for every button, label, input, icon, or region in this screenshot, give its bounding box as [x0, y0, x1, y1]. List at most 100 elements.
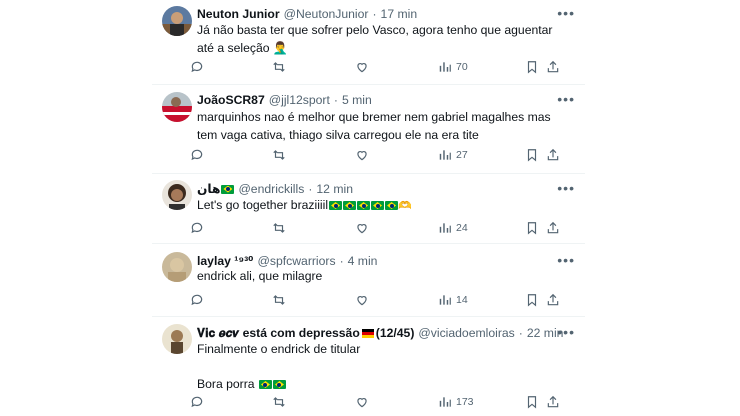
tweet[interactable]: JoãoSCR87 @jjl12sport · 5 min ••• marqui…	[152, 88, 585, 173]
views-icon	[439, 397, 451, 407]
brazil-flag-icon	[357, 201, 371, 210]
bookmark-button[interactable]	[525, 58, 539, 76]
share-button[interactable]	[546, 393, 560, 411]
retweet-icon	[273, 150, 285, 160]
brazil-flag-icon	[371, 201, 385, 210]
views-icon	[439, 150, 451, 160]
like-button[interactable]	[355, 291, 369, 309]
bookmark-icon	[527, 149, 537, 162]
reply-button[interactable]	[190, 219, 204, 237]
avatar[interactable]	[162, 180, 192, 210]
share-icon	[547, 60, 559, 73]
tweet-text-line: Bora porra	[197, 375, 572, 393]
bookmark-icon	[527, 61, 537, 74]
avatar[interactable]	[162, 324, 192, 354]
bookmark-icon	[527, 294, 537, 307]
brazil-flag-icon	[221, 184, 235, 194]
tweet-text: Let's go together braziiiil 🫶	[197, 196, 572, 215]
germany-flag-icon	[361, 328, 374, 338]
tweet-text-content: Bora porra	[197, 377, 255, 391]
like-button[interactable]	[355, 219, 369, 237]
share-button[interactable]	[546, 291, 560, 309]
action-bar: 173	[190, 393, 582, 411]
more-icon[interactable]: •••	[557, 253, 575, 267]
reply-button[interactable]	[190, 58, 204, 76]
share-button[interactable]	[546, 219, 560, 237]
reply-icon	[191, 149, 203, 161]
tweet[interactable]: laylay ¹⁹³⁰ @spfcwarriors · 4 min ••• en…	[152, 246, 585, 316]
views-button[interactable]: 173	[438, 393, 474, 411]
reply-button[interactable]	[190, 291, 204, 309]
views-icon	[439, 295, 451, 305]
share-icon	[547, 293, 559, 306]
bookmark-button[interactable]	[525, 393, 539, 411]
reply-button[interactable]	[190, 146, 204, 164]
avatar[interactable]	[162, 252, 192, 282]
reply-icon	[191, 294, 203, 306]
like-button[interactable]	[355, 146, 369, 164]
avatar[interactable]	[162, 6, 192, 36]
action-bar: 24	[190, 219, 582, 237]
tweet[interactable]: هان @endrickills · 12 min ••• Let's go t…	[152, 174, 585, 246]
tweet-header: 𝐕𝐢𝐜 𝒆𝒄𝒗 está com depressão (12/45) @vici…	[197, 325, 563, 341]
reply-icon	[191, 61, 203, 73]
more-icon[interactable]: •••	[557, 181, 575, 195]
views-button[interactable]: 14	[438, 291, 468, 309]
retweet-button[interactable]	[272, 393, 286, 411]
share-button[interactable]	[546, 146, 560, 164]
like-icon	[357, 398, 367, 408]
bookmark-icon	[527, 396, 537, 409]
retweet-button[interactable]	[272, 291, 286, 309]
author-name[interactable]: Neuton Junior	[197, 6, 280, 22]
author-handle[interactable]: @NeutonJunior	[284, 6, 369, 22]
tweet-text-line: Finalmente o endrick de titular	[197, 342, 361, 356]
retweet-button[interactable]	[272, 146, 286, 164]
tweet[interactable]: 𝐕𝐢𝐜 𝒆𝒄𝒗 está com depressão (12/45) @vici…	[152, 318, 585, 416]
more-icon[interactable]: •••	[557, 325, 575, 339]
like-button[interactable]	[355, 393, 369, 411]
action-bar: 14	[190, 291, 582, 309]
more-icon[interactable]: •••	[557, 92, 575, 106]
views-count: 14	[456, 294, 468, 306]
more-icon[interactable]: •••	[557, 6, 575, 20]
brazil-flag-icon	[385, 201, 399, 210]
author-handle[interactable]: @endrickills	[238, 181, 304, 197]
views-button[interactable]: 70	[438, 58, 468, 76]
author-name[interactable]: هان	[197, 181, 220, 197]
bookmark-button[interactable]	[525, 291, 539, 309]
retweet-button[interactable]	[272, 58, 286, 76]
divider	[152, 84, 585, 85]
like-button[interactable]	[355, 58, 369, 76]
author-name[interactable]: JoãoSCR87	[197, 92, 265, 108]
author-handle[interactable]: @jjl12sport	[269, 92, 330, 108]
retweet-button[interactable]	[272, 219, 286, 237]
reply-button[interactable]	[190, 393, 204, 411]
bookmark-icon	[527, 222, 537, 235]
tweet-header: هان @endrickills · 12 min	[197, 181, 353, 197]
views-button[interactable]: 27	[438, 146, 468, 164]
author-handle[interactable]: @viciadoemloiras	[418, 325, 514, 341]
avatar[interactable]	[162, 92, 192, 122]
like-icon	[357, 63, 367, 73]
tweet[interactable]: Neuton Junior @NeutonJunior · 17 min •••…	[152, 0, 585, 88]
views-count: 70	[456, 61, 468, 73]
views-count: 27	[456, 149, 468, 161]
views-button[interactable]: 24	[438, 219, 468, 237]
bookmark-button[interactable]	[525, 146, 539, 164]
separator: ·	[308, 182, 313, 196]
author-name-suffix: (12/45)	[375, 326, 415, 340]
timestamp[interactable]: 17 min	[381, 6, 418, 22]
timestamp[interactable]: 5 min	[342, 92, 372, 108]
separator: ·	[518, 326, 523, 340]
brazil-flag-icon	[258, 380, 272, 389]
tweet-text: Já não basta ter que sofrer pelo Vasco, …	[197, 23, 553, 55]
like-icon	[357, 224, 367, 234]
brazil-flag-icon	[329, 201, 343, 210]
separator: ·	[333, 93, 338, 107]
separator: ·	[372, 7, 377, 21]
share-button[interactable]	[546, 58, 560, 76]
bookmark-button[interactable]	[525, 219, 539, 237]
author-name[interactable]: 𝐕𝐢𝐜 𝒆𝒄𝒗 está com depressão	[197, 325, 360, 341]
tweet-text: marquinhos nao é melhor que bremer nem g…	[197, 110, 551, 142]
timestamp[interactable]: 12 min	[316, 181, 353, 197]
